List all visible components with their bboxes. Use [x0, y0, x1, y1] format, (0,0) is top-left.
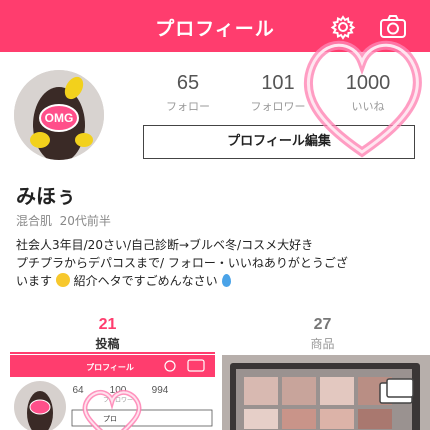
thumbnail-stat-label: フォロワー [103, 397, 133, 404]
posts-count: 21 [98, 316, 117, 333]
page-title: プロフィール [155, 18, 275, 40]
likes-count: 1000 [345, 72, 391, 94]
avatar[interactable]: OMG [14, 70, 104, 160]
eyeshadow-palette-image [222, 355, 430, 430]
thumbnail-title: プロフィール [86, 362, 134, 372]
items-label: 商品 [310, 337, 335, 351]
edit-profile-button[interactable]: プロフィール編集 [143, 125, 415, 159]
header-bar: プロフィール [0, 0, 430, 52]
profile-name: みほぅ [16, 184, 76, 208]
items-count: 27 [313, 316, 332, 333]
tab-items[interactable]: 27 商品 [215, 316, 430, 352]
thumbnail-stat-3: 994 [152, 385, 169, 396]
stat-followers[interactable]: 101 フォロワー [228, 72, 328, 114]
profile-bio: 社会人3年目/20さい/自己診断→ブルベ冬/コスメ大好き プチプラからデパコスま… [16, 236, 426, 290]
followers-count: 101 [261, 72, 295, 94]
droplet-emoji-icon [221, 274, 231, 287]
age-range: 20代前半 [59, 214, 111, 228]
bio-line-2: プチプラからデパコスまで/ フォロー・いいねありがとうござ [16, 256, 348, 270]
thumbnail-button-text: プロ [103, 415, 117, 423]
posts-label: 投稿 [95, 337, 120, 351]
bio-line-3-wrap: います 紹介ヘタですごめんなさい [16, 272, 426, 290]
skin-info: 混合肌 20代前半 [16, 212, 111, 229]
item-thumbnail[interactable] [222, 355, 430, 430]
avatar-badge-text: OMG [45, 111, 74, 125]
smile-emoji-icon [55, 273, 70, 287]
bio-line-4: 紹介ヘタですごめんなさい [73, 274, 218, 288]
thumbnail-stat-1: 64 [72, 385, 84, 396]
stat-likes[interactable]: 1000 いいね [318, 72, 418, 114]
post-thumbnail-image: プロフィール 64 100 994 フォロワー プロ [10, 355, 215, 430]
gear-icon[interactable] [328, 12, 358, 42]
avatar-image: OMG [14, 70, 104, 160]
bio-line-1: 社会人3年目/20さい/自己診断→ブルベ冬/コスメ大好き [16, 238, 314, 252]
bio-line-3: います [16, 274, 53, 288]
camera-icon[interactable] [378, 12, 408, 42]
active-tab-indicator [10, 352, 215, 354]
followers-label: フォロワー [250, 100, 306, 113]
likes-label: いいね [351, 100, 385, 113]
following-label: フォロー [166, 100, 210, 113]
following-count: 65 [176, 72, 200, 94]
tab-posts[interactable]: 21 投稿 [0, 316, 215, 352]
stat-following[interactable]: 65 フォロー [138, 72, 238, 114]
skin-type: 混合肌 [16, 214, 53, 228]
post-thumbnail[interactable]: プロフィール 64 100 994 フォロワー プロ [10, 355, 215, 430]
